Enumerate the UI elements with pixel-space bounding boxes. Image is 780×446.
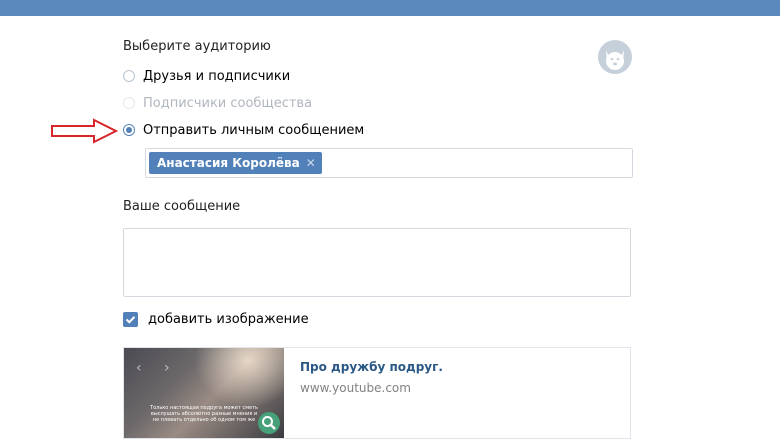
radio-label: Друзья и подписчики	[143, 68, 291, 84]
recipient-input[interactable]: Анастасия Королёва ✕	[145, 148, 633, 178]
radio-button[interactable]	[123, 124, 135, 136]
checkmark-icon	[125, 316, 136, 324]
radio-button	[123, 97, 135, 109]
message-title: Ваше сообщение	[123, 199, 241, 214]
radio-label: Подписчики сообщества	[143, 95, 313, 111]
dog-mascot-icon[interactable]	[598, 40, 632, 74]
thumbnail-highlight	[194, 348, 284, 408]
attachment-url: www.youtube.com	[300, 381, 411, 395]
add-image-checkbox[interactable]	[123, 312, 138, 327]
add-image-label[interactable]: добавить изображение	[148, 312, 309, 327]
audience-title: Выберите аудиторию	[123, 39, 271, 54]
search-icon	[262, 416, 276, 430]
top-header-bar	[0, 0, 780, 16]
chevron-left-icon[interactable]: ‹	[136, 360, 142, 376]
radio-friends-followers[interactable]: Друзья и подписчики	[123, 68, 290, 84]
close-icon[interactable]: ✕	[306, 156, 316, 170]
radio-label: Отправить личным сообщением	[143, 122, 365, 138]
recipient-token[interactable]: Анастасия Королёва ✕	[149, 152, 322, 174]
arrow-right-icon	[51, 118, 119, 144]
radio-community-followers: Подписчики сообщества	[123, 95, 312, 111]
message-textarea[interactable]	[123, 228, 631, 297]
chevron-right-icon[interactable]: ›	[164, 360, 170, 376]
recipient-token-label: Анастасия Королёва	[157, 156, 300, 170]
video-thumbnail[interactable]: ‹ › Только настоящая подруга может сметь…	[124, 348, 284, 438]
radio-private-message[interactable]: Отправить личным сообщением	[123, 122, 364, 138]
radio-button[interactable]	[123, 70, 135, 82]
thumbnail-caption: Только настоящая подруга может сметь выс…	[150, 405, 258, 423]
link-attachment-card[interactable]: ‹ › Только настоящая подруга может сметь…	[123, 347, 631, 439]
zoom-button[interactable]	[258, 412, 280, 434]
attachment-title[interactable]: Про дружбу подруг.	[300, 360, 443, 374]
